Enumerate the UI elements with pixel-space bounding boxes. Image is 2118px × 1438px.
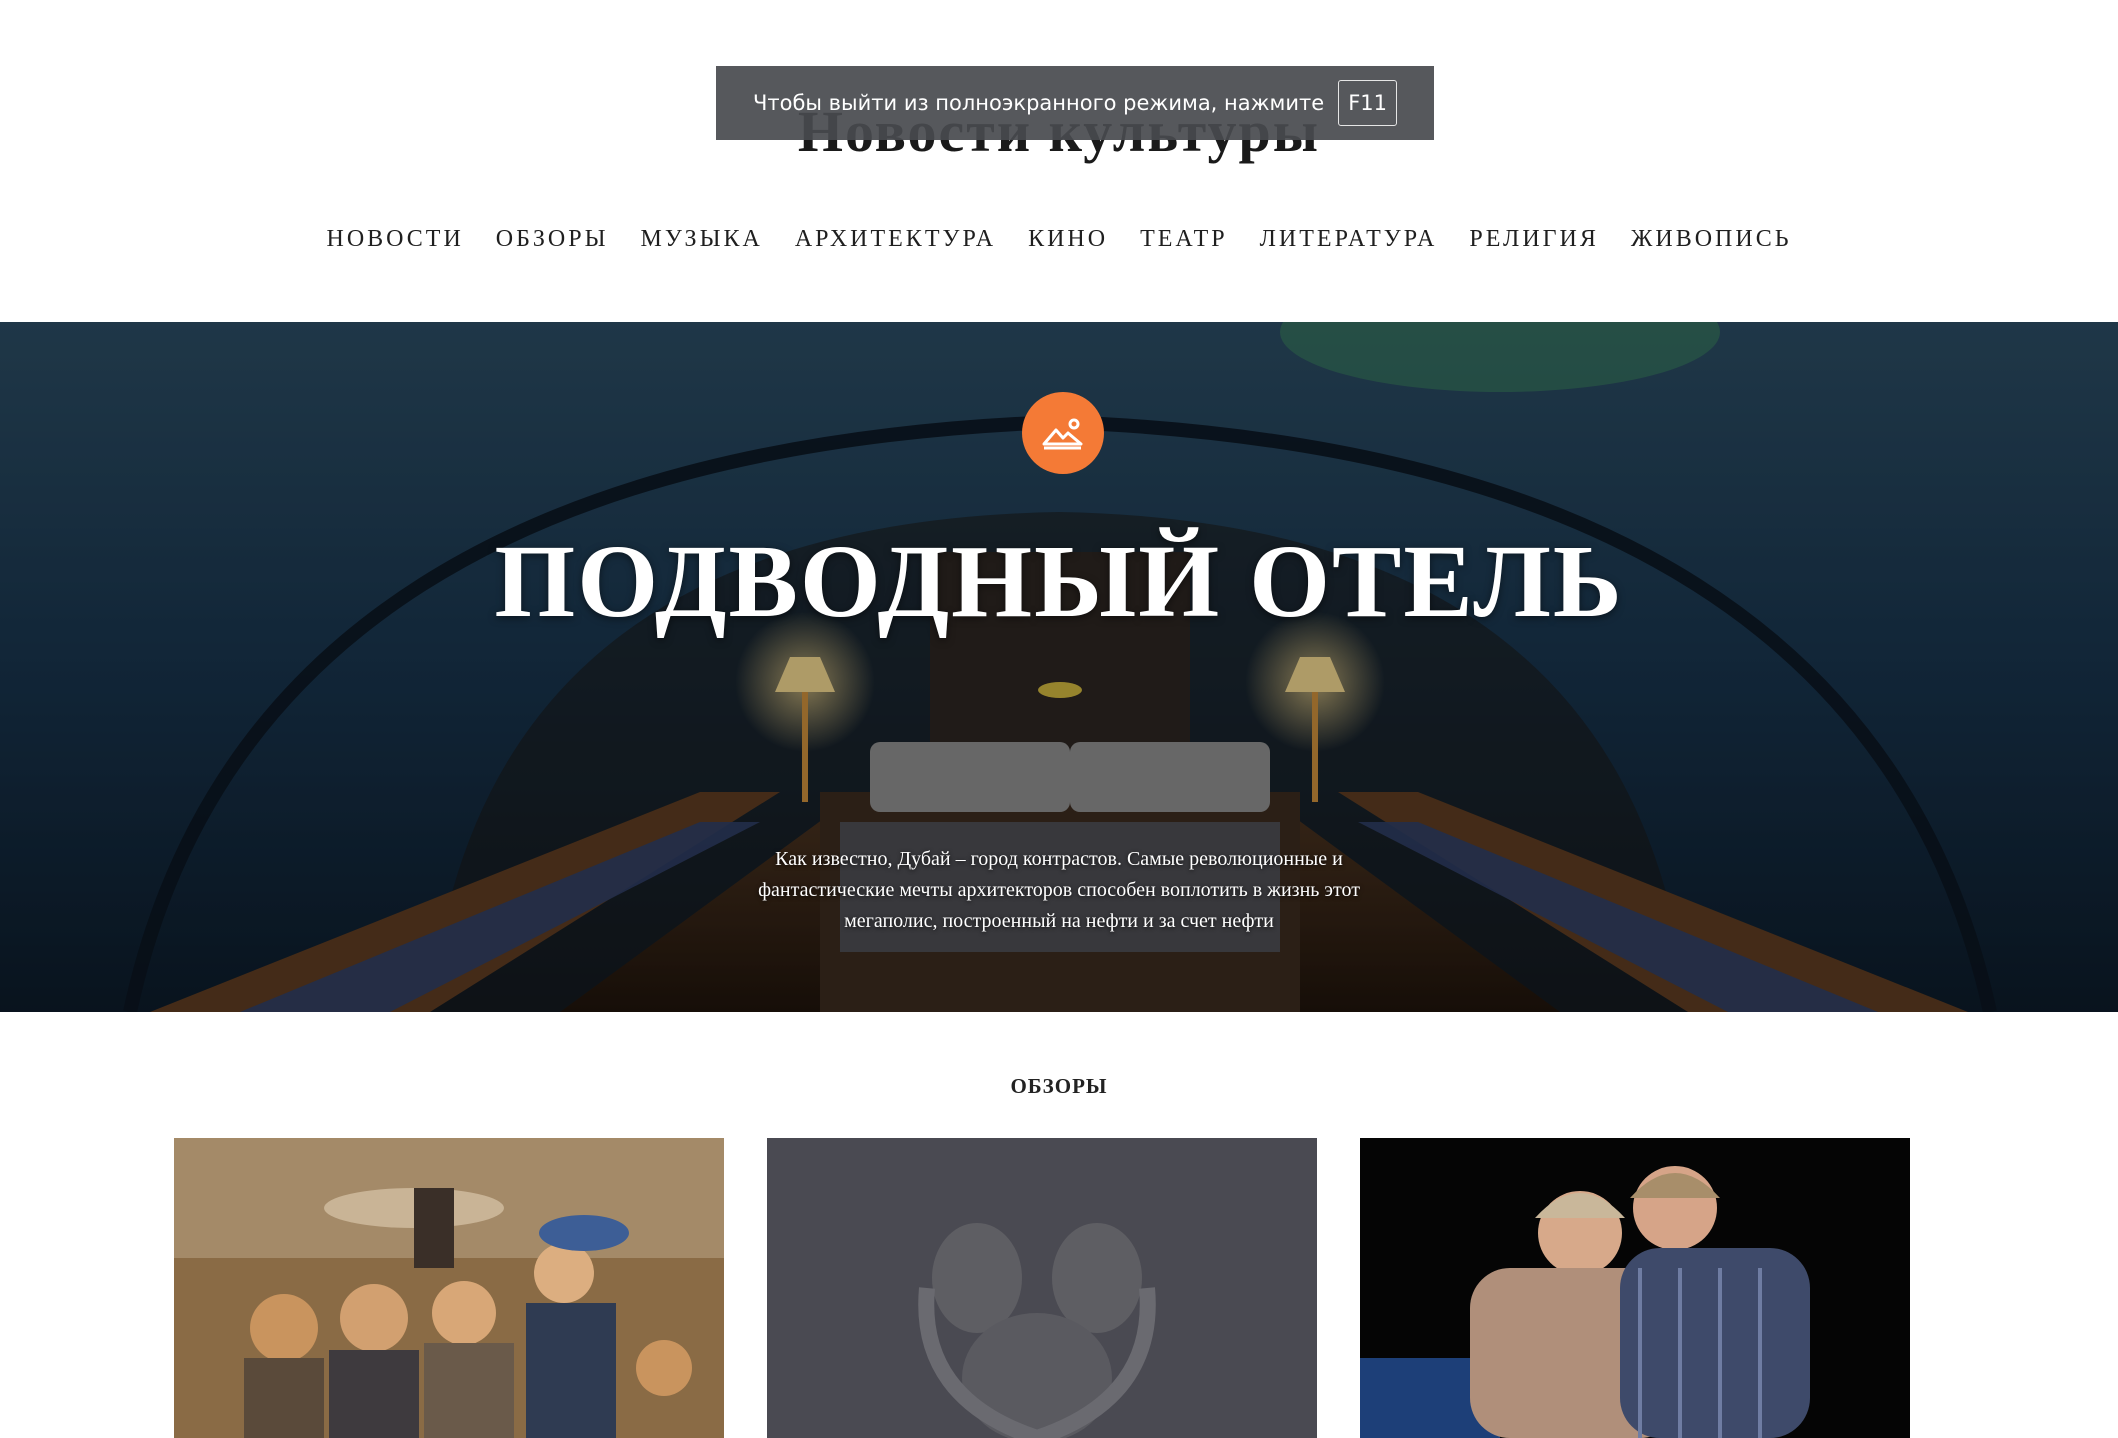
f11-key-badge: F11 <box>1338 80 1398 126</box>
card-image-theatre <box>1360 1138 1910 1438</box>
nav-item-religion[interactable]: РЕЛИГИЯ <box>1469 226 1599 253</box>
page: Новости культуры Чтобы выйти из полноэкр… <box>0 0 2118 1438</box>
fullscreen-toast-message: Чтобы выйти из полноэкранного режима, на… <box>752 91 1325 115</box>
nav-item-music[interactable]: МУЗЫКА <box>641 226 763 253</box>
nav-item-painting[interactable]: ЖИВОПИСЬ <box>1631 226 1792 253</box>
card-image-painting <box>174 1138 724 1438</box>
nav-item-news[interactable]: НОВОСТИ <box>326 226 463 253</box>
review-card-sculpture[interactable] <box>767 1138 1317 1438</box>
nav-item-cinema[interactable]: КИНО <box>1028 226 1108 253</box>
hero-title[interactable]: ПОДВОДНЫЙ ОТЕЛЬ <box>0 522 2118 641</box>
nav-item-reviews[interactable]: ОБЗОРЫ <box>496 226 609 253</box>
fullscreen-exit-toast: Чтобы выйти из полноэкранного режима, на… <box>716 66 1434 140</box>
site-header: Новости культуры Чтобы выйти из полноэкр… <box>0 0 2118 322</box>
review-card-painting[interactable] <box>174 1138 724 1438</box>
main-nav: НОВОСТИ ОБЗОРЫ МУЗЫКА АРХИТЕКТУРА КИНО Т… <box>0 226 2118 253</box>
image-badge <box>1022 392 1104 474</box>
nav-item-theatre[interactable]: ТЕАТР <box>1140 226 1228 253</box>
nav-item-literature[interactable]: ЛИТЕРАТУРА <box>1260 226 1438 253</box>
card-image-sculpture <box>767 1138 1317 1438</box>
hero-banner[interactable]: ПОДВОДНЫЙ ОТЕЛЬ Как известно, Дубай – го… <box>0 322 2118 1012</box>
reviews-card-list <box>174 1138 1912 1438</box>
section-heading-reviews[interactable]: ОБЗОРЫ <box>0 1074 2118 1099</box>
hero-lead: Как известно, Дубай – город контрастов. … <box>758 848 1360 932</box>
nav-item-architecture[interactable]: АРХИТЕКТУРА <box>795 226 996 253</box>
review-card-theatre[interactable] <box>1360 1138 1910 1438</box>
image-icon <box>1042 418 1083 450</box>
